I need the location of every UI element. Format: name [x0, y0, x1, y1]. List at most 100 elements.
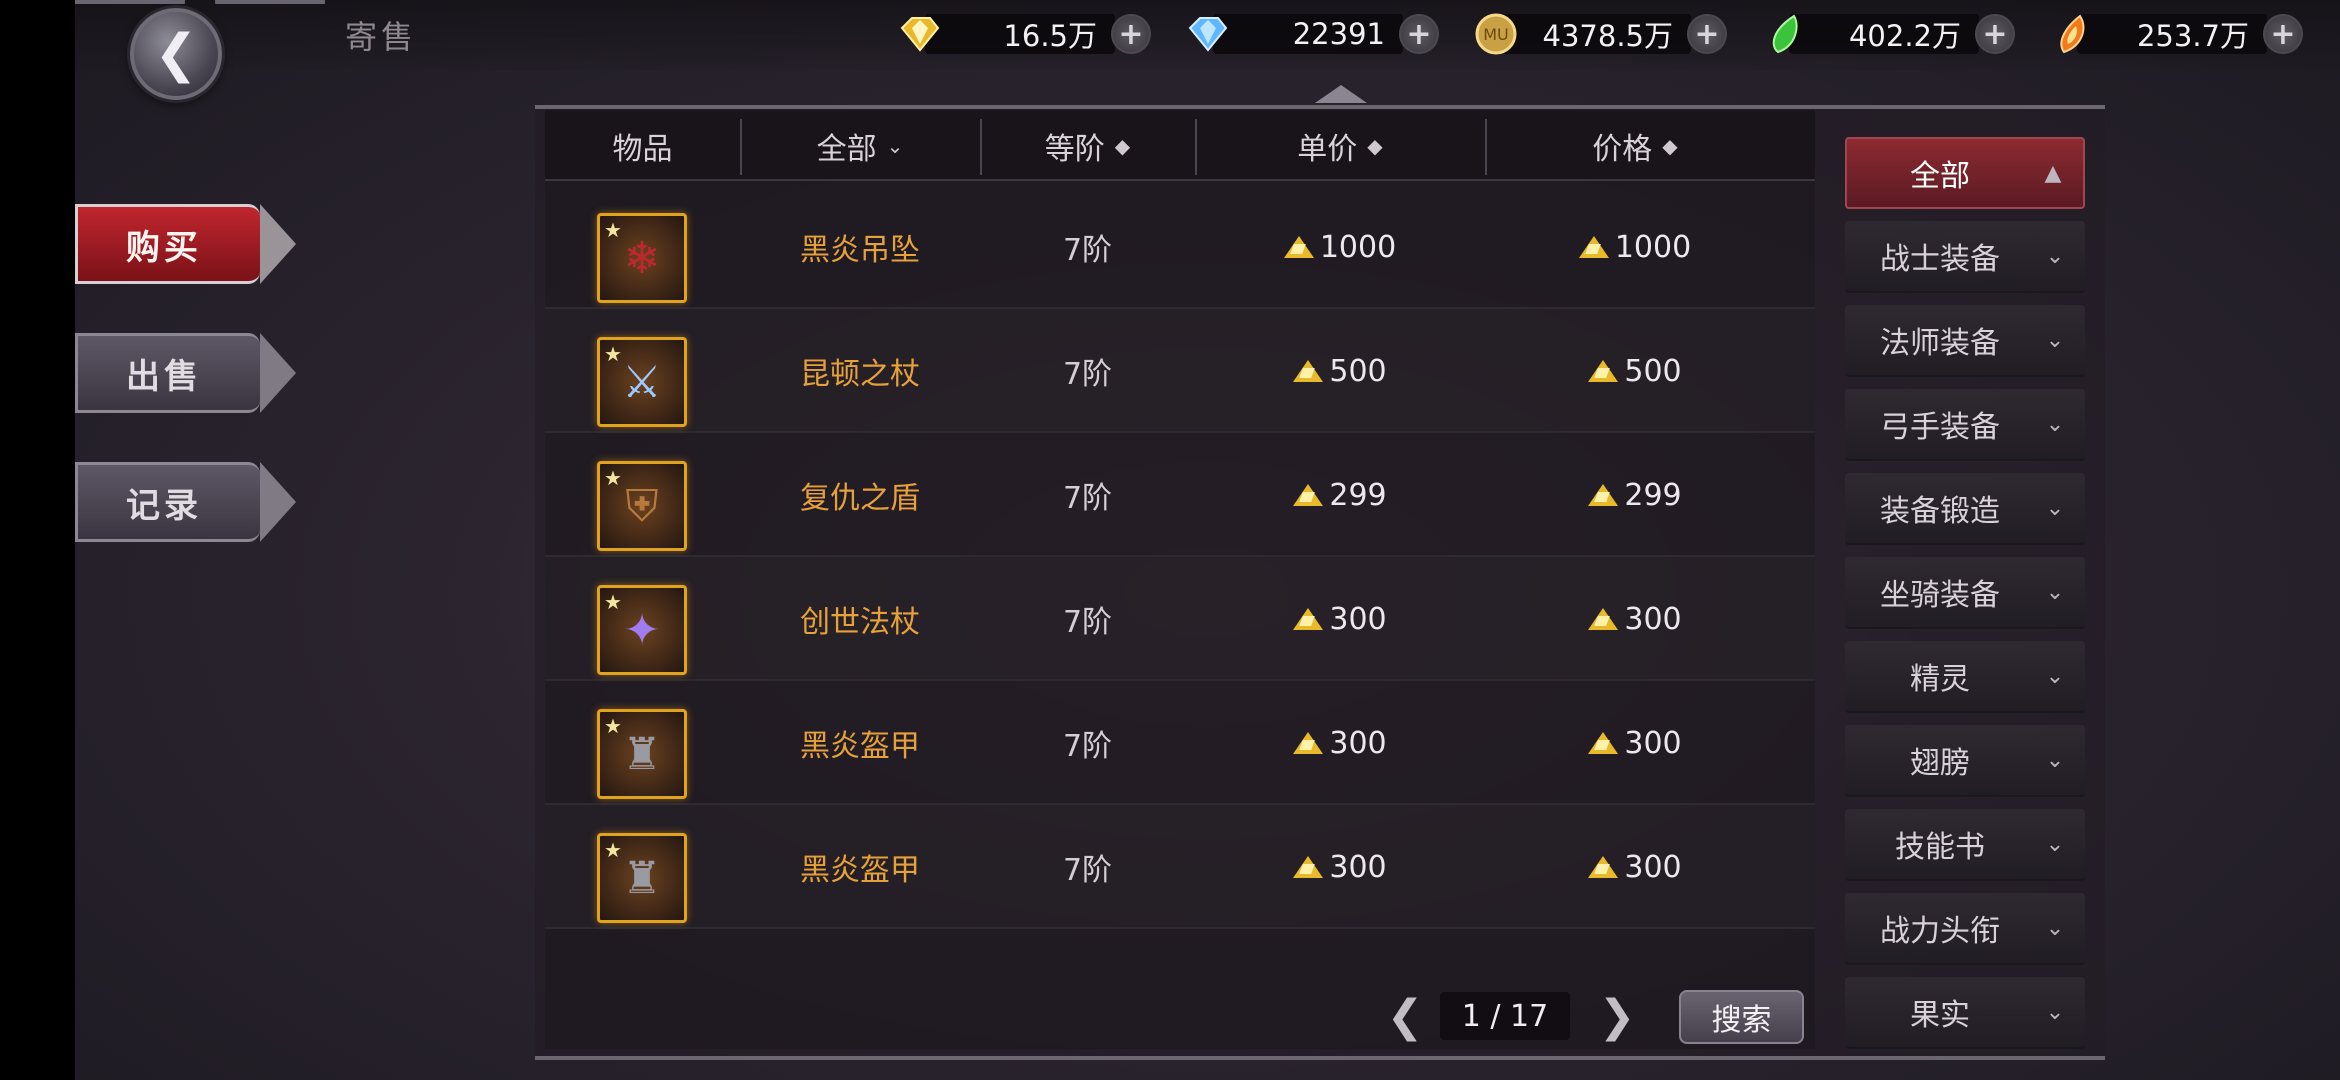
currency-value: 22391 [1292, 17, 1385, 51]
staff-icon: ★ ⚔ [597, 337, 687, 427]
item-name: 昆顿之杖 [800, 357, 920, 392]
chevron-down-icon: ⌄ [2045, 747, 2065, 773]
currency-value: 253.7万 [2136, 19, 2249, 53]
chevron-down-icon: ⌄ [2045, 327, 2065, 353]
category-power-titles[interactable]: 战力头衔 ⌄ [1845, 893, 2085, 965]
category-warrior-equipment[interactable]: 战士装备 ⌄ [1845, 221, 2085, 293]
chevron-down-icon: ⌄ [886, 134, 904, 158]
category-fruits[interactable]: 果实 ⌄ [1845, 977, 2085, 1049]
gold-diamond-icon [1283, 236, 1314, 258]
header-price-sort[interactable]: 价格 ◆ [1485, 111, 1785, 181]
currency-blue-diamond: 22391 + [1183, 10, 1439, 58]
back-button[interactable]: ❮ [130, 8, 222, 100]
item-name: 黑炎吊坠 [800, 233, 920, 268]
tab-label: 记录 [75, 462, 260, 542]
tab-records[interactable]: 记录 [75, 456, 300, 548]
search-button[interactable]: 搜索 [1679, 990, 1804, 1044]
gold-diamond-icon [1588, 856, 1619, 878]
next-page-button[interactable]: ❯ [1597, 990, 1637, 1042]
auction-screen: ❮ 寄售 16.5万 + 22391 + MU 4378.5万 + 402.2万… [75, 0, 2340, 1080]
item-name: 黑炎盔甲 [800, 729, 920, 764]
category-mage-equipment[interactable]: 法师装备 ⌄ [1845, 305, 2085, 377]
category-spirit[interactable]: 精灵 ⌄ [1845, 641, 2085, 713]
gold-diamond-icon [1293, 732, 1324, 754]
item-unit-price: 300 [1195, 805, 1485, 929]
gold-diamond-icon [1588, 732, 1619, 754]
table-row[interactable]: ★ ♜ 黑炎盔甲 7阶 300 300 [545, 805, 1815, 929]
gold-diamond-icon [1578, 236, 1609, 258]
chevron-down-icon: ⌄ [2045, 663, 2065, 689]
shield-icon: ★ ⛨ [597, 461, 687, 551]
gold-diamond-icon [1293, 856, 1324, 878]
tab-buy[interactable]: 购买 [75, 198, 300, 290]
add-green-gem-button[interactable]: + [1975, 14, 2015, 54]
add-gold-diamond-button[interactable]: + [1111, 14, 1151, 54]
chevron-down-icon: ⌄ [2045, 999, 2065, 1025]
category-all[interactable]: 全部 ▲ [1845, 137, 2085, 209]
gold-diamond-icon [1293, 484, 1324, 506]
table-header: 物品 全部 ⌄ 等阶 ◆ 单价 ◆ 价格 ◆ [545, 111, 1815, 181]
tab-label: 购买 [75, 204, 260, 284]
category-archer-equipment[interactable]: 弓手装备 ⌄ [1845, 389, 2085, 461]
armor-icon: ★ ♜ [597, 833, 687, 923]
item-unit-price: 300 [1195, 557, 1485, 681]
category-wings[interactable]: 翅膀 ⌄ [1845, 725, 2085, 797]
header-item: 物品 [612, 132, 673, 167]
add-blue-diamond-button[interactable]: + [1399, 14, 1439, 54]
item-unit-price: 500 [1195, 309, 1485, 433]
table-row[interactable]: ★ ✦ 创世法杖 7阶 300 300 [545, 557, 1815, 681]
item-unit-price: 1000 [1195, 185, 1485, 309]
green-gem-icon [1759, 10, 1809, 58]
item-price: 299 [1485, 433, 1785, 557]
gold-diamond-icon [895, 10, 945, 58]
item-unit-price: 300 [1195, 681, 1485, 805]
category-mount-equipment[interactable]: 坐骑装备 ⌄ [1845, 557, 2085, 629]
svg-text:MU: MU [1483, 25, 1509, 44]
item-tier: 7阶 [1062, 605, 1113, 640]
fire-gem-icon [2047, 10, 2097, 58]
item-name: 黑炎盔甲 [800, 853, 920, 888]
mu-coin-icon: MU [1471, 10, 1521, 58]
table-row[interactable]: ★ ❄ 黑炎吊坠 7阶 1000 1000 [545, 185, 1815, 309]
chevron-down-icon: ⌄ [2045, 411, 2065, 437]
back-arrow-icon: ❮ [154, 24, 198, 84]
gold-diamond-icon [1293, 608, 1324, 630]
pendant-icon: ★ ❄ [597, 213, 687, 303]
item-tier: 7阶 [1062, 357, 1113, 392]
gold-diamond-icon [1588, 608, 1619, 630]
add-mu-coin-button[interactable]: + [1687, 14, 1727, 54]
category-skill-books[interactable]: 技能书 ⌄ [1845, 809, 2085, 881]
tab-sell[interactable]: 出售 [75, 327, 300, 419]
category-equipment-forging[interactable]: 装备锻造 ⌄ [1845, 473, 2085, 545]
gold-diamond-icon [1293, 360, 1324, 382]
currency-green-gem: 402.2万 + [1759, 10, 2015, 58]
chevron-down-icon: ⌄ [2045, 495, 2065, 521]
item-price: 500 [1485, 309, 1785, 433]
currency-gold-diamond: 16.5万 + [895, 10, 1151, 58]
table-row[interactable]: ★ ⚔ 昆顿之杖 7阶 500 500 [545, 309, 1815, 433]
item-unit-price: 299 [1195, 433, 1485, 557]
chevron-right-icon: ❯ [1598, 990, 1636, 1042]
item-tier: 7阶 [1062, 233, 1113, 268]
item-price: 1000 [1485, 185, 1785, 309]
header-tier-sort[interactable]: 等阶 ◆ [980, 111, 1195, 181]
sort-icon: ◆ [1367, 134, 1383, 158]
gold-diamond-icon [1588, 484, 1619, 506]
frame-wing-right [215, 0, 325, 50]
currency-value: 402.2万 [1848, 19, 1961, 53]
currency-value: 16.5万 [1003, 19, 1097, 53]
armor-icon: ★ ♜ [597, 709, 687, 799]
table-row[interactable]: ★ ⛨ 复仇之盾 7阶 299 299 [545, 433, 1815, 557]
header-category-filter[interactable]: 全部 ⌄ [740, 111, 980, 181]
sort-icon: ◆ [1114, 134, 1131, 158]
currency-fire-gem: 253.7万 + [2047, 10, 2303, 58]
prev-page-button[interactable]: ❮ [1385, 990, 1425, 1042]
table-row[interactable]: ★ ♜ 黑炎盔甲 7阶 300 300 [545, 681, 1815, 805]
magic-staff-icon: ★ ✦ [597, 585, 687, 675]
currency-mu-coin: MU 4378.5万 + [1471, 10, 1727, 58]
header-unit-price-sort[interactable]: 单价 ◆ [1195, 111, 1485, 181]
add-fire-gem-button[interactable]: + [2263, 14, 2303, 54]
chevron-left-icon: ❮ [1386, 990, 1424, 1042]
panel-ornament [1315, 85, 1367, 103]
back-button-frame: ❮ [75, 0, 325, 100]
